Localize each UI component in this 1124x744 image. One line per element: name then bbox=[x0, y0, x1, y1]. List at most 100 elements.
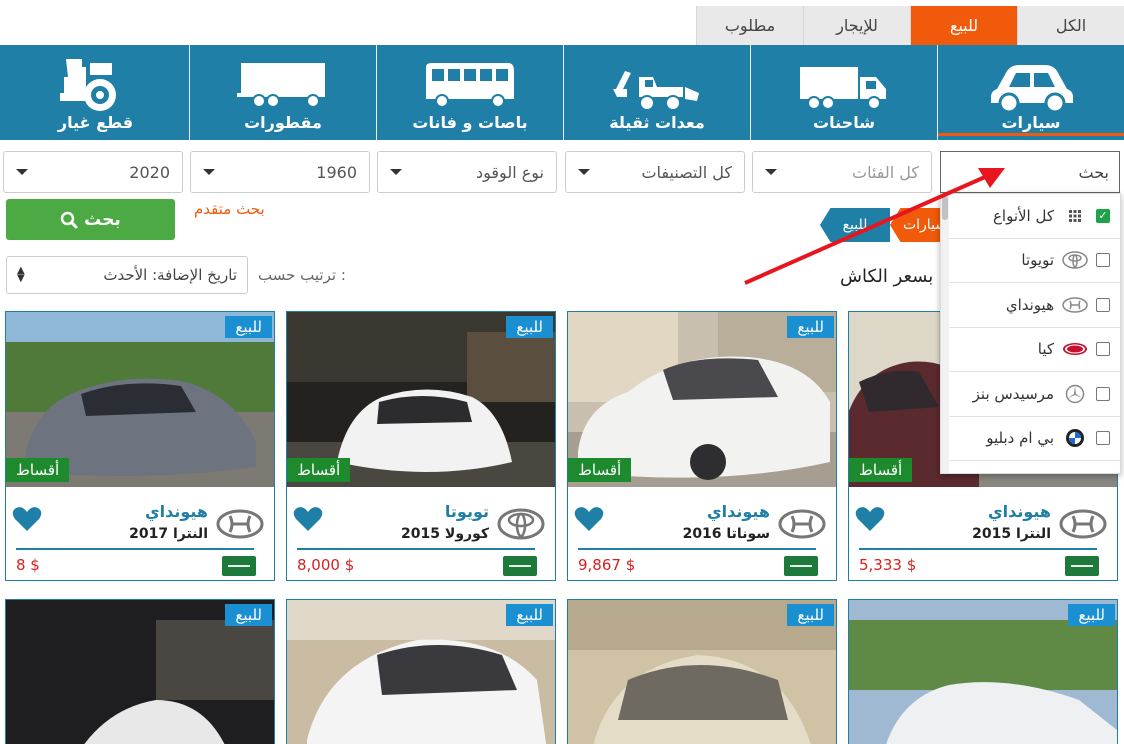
year-to-select[interactable]: 2020 bbox=[3, 151, 183, 193]
search-input[interactable]: بحث bbox=[940, 151, 1120, 193]
listing-card[interactable]: للبيع أقساط هيونداي النترا 2017 8 $ bbox=[5, 311, 275, 581]
category-label: باصات و فانات bbox=[412, 113, 528, 132]
car-make: هيونداي bbox=[987, 502, 1051, 521]
for-sale-badge: للبيع bbox=[225, 316, 272, 338]
tab-wanted[interactable]: مطلوب bbox=[696, 6, 803, 45]
year-to-value: 2020 bbox=[129, 162, 170, 182]
card-divider bbox=[297, 548, 535, 550]
classification-select[interactable]: كل التصنيفات bbox=[565, 151, 745, 193]
advanced-search-link[interactable]: بحث متقدم bbox=[194, 200, 265, 218]
category-heavy-equipment[interactable]: معدات ثقيلة bbox=[563, 45, 750, 140]
dropdown-scrollbar[interactable] bbox=[941, 194, 949, 473]
category-cars[interactable]: سيارات bbox=[937, 45, 1124, 140]
car-price: 8 $ bbox=[16, 556, 40, 574]
listing-card[interactable]: للبيع bbox=[5, 599, 275, 744]
card-divider bbox=[859, 548, 1097, 550]
listing-card[interactable]: للبيع أقساط تويوتا كورولا 2015 8,000 $ bbox=[286, 311, 556, 581]
search-button-label: بحث bbox=[84, 209, 121, 230]
category-select-value: كل الفئات bbox=[852, 162, 919, 182]
category-trucks[interactable]: شاحنات bbox=[750, 45, 937, 140]
sort-select[interactable]: ▲ ▼ تاريخ الإضافة: الأحدث bbox=[6, 256, 248, 294]
dropdown-item-label: كيا bbox=[1037, 340, 1054, 359]
bmw-logo-icon bbox=[1062, 428, 1088, 448]
checkbox[interactable] bbox=[1096, 386, 1110, 401]
card-divider bbox=[16, 548, 254, 550]
card-divider bbox=[578, 548, 816, 550]
car-model: كورولا 2015 bbox=[401, 526, 489, 542]
saudi-flag-icon bbox=[1065, 556, 1099, 576]
car-make: هيونداي bbox=[706, 502, 770, 521]
dropdown-item-all[interactable]: ✓ كل الأنواع bbox=[941, 194, 1120, 239]
tab-for-rent[interactable]: للإيجار bbox=[803, 6, 910, 45]
tab-all[interactable]: الكل bbox=[1017, 6, 1124, 45]
chevron-down-icon bbox=[765, 169, 777, 175]
checkbox[interactable] bbox=[1096, 297, 1110, 312]
car-price: 8,000 $ bbox=[297, 556, 355, 574]
heart-icon[interactable] bbox=[12, 506, 42, 532]
heart-icon[interactable] bbox=[293, 506, 323, 532]
for-sale-badge: للبيع bbox=[506, 316, 553, 338]
year-from-select[interactable]: 1960 bbox=[190, 151, 370, 193]
listing-card[interactable]: للبيع أقساط هيونداي سوناتا 2016 9,867 $ bbox=[567, 311, 837, 581]
breadcrumb-for-sale[interactable]: للبيع bbox=[820, 208, 890, 242]
car-make: تويوتا bbox=[444, 502, 489, 521]
sort-select-value: تاريخ الإضافة: الأحدث bbox=[103, 266, 237, 284]
for-sale-badge: للبيع bbox=[787, 604, 834, 626]
bus-icon bbox=[426, 63, 514, 108]
category-label: سيارات bbox=[1001, 113, 1061, 132]
search-button[interactable]: بحث bbox=[6, 199, 175, 240]
installments-badge: أقساط bbox=[6, 458, 70, 482]
app-root: الكل للبيع للإيجار مطلوب سيارات شاحنات م… bbox=[0, 0, 1124, 744]
saudi-flag-icon bbox=[503, 556, 537, 576]
category-select[interactable]: كل الفئات bbox=[752, 151, 932, 193]
search-icon bbox=[60, 211, 78, 228]
fuel-select[interactable]: نوع الوقود bbox=[377, 151, 557, 193]
tab-for-sale[interactable]: للبيع bbox=[910, 6, 1017, 45]
dropdown-item-kia[interactable]: كيا bbox=[941, 328, 1120, 372]
category-trailers[interactable]: مقطورات bbox=[189, 45, 376, 140]
category-buses-vans[interactable]: باصات و فانات bbox=[376, 45, 563, 140]
checkbox[interactable] bbox=[1096, 342, 1110, 357]
listing-card[interactable]: للبيع bbox=[848, 599, 1118, 744]
category-label: مقطورات bbox=[244, 113, 322, 132]
chevron-down-icon bbox=[390, 169, 402, 175]
car-price: 5,333 $ bbox=[859, 556, 917, 574]
car-model: النترا 2017 bbox=[129, 526, 208, 542]
dropdown-item-hyundai[interactable]: هيونداي bbox=[941, 283, 1120, 328]
chevron-down-icon bbox=[203, 169, 215, 175]
heart-icon[interactable] bbox=[574, 506, 604, 532]
saudi-flag-icon bbox=[784, 556, 818, 576]
listing-card[interactable]: للبيع bbox=[286, 599, 556, 744]
sort-arrows-icon: ▲ ▼ bbox=[17, 265, 25, 284]
category-spare-parts[interactable]: قطع غيار bbox=[2, 45, 189, 140]
dropdown-item-label: كل الأنواع bbox=[992, 206, 1054, 225]
dropdown-item-label: بي ام دبليو bbox=[986, 429, 1054, 448]
make-dropdown[interactable]: ✓ كل الأنواع تويوتا هيونداي كيا مرسيدس ب… bbox=[940, 193, 1121, 474]
dropdown-item-label: هيونداي bbox=[1005, 295, 1054, 314]
scrollbar-thumb[interactable] bbox=[942, 196, 948, 220]
toyota-logo-icon bbox=[497, 508, 545, 540]
dropdown-item-label: تويوتا bbox=[1021, 251, 1054, 270]
category-bar: سيارات شاحنات معدات ثقيلة باصات و فانات … bbox=[0, 45, 1124, 140]
checkbox[interactable] bbox=[1096, 431, 1110, 446]
truck-icon bbox=[800, 67, 886, 110]
installments-badge: أقساط bbox=[849, 458, 913, 482]
checkbox-checked[interactable]: ✓ bbox=[1096, 208, 1110, 223]
car-price: 9,867 $ bbox=[578, 556, 636, 574]
checkbox[interactable] bbox=[1096, 253, 1110, 268]
hyundai-logo-icon bbox=[1062, 295, 1088, 315]
mercedes-logo-icon bbox=[1062, 384, 1088, 404]
heart-icon[interactable] bbox=[855, 506, 885, 532]
listing-card[interactable]: للبيع bbox=[567, 599, 837, 744]
dropdown-item-bmw[interactable]: بي ام دبليو bbox=[941, 417, 1120, 461]
car-icon bbox=[991, 65, 1073, 114]
dropdown-item-mercedes[interactable]: مرسيدس بنز bbox=[941, 372, 1120, 417]
spare-parts-icon bbox=[59, 59, 116, 111]
listing-type-tabs: الكل للبيع للإيجار مطلوب bbox=[696, 6, 1124, 45]
car-make: هيونداي bbox=[144, 502, 208, 521]
dropdown-item-toyota[interactable]: تويوتا bbox=[941, 239, 1120, 283]
car-model: سوناتا 2016 bbox=[682, 526, 770, 542]
hyundai-logo-icon bbox=[1059, 509, 1107, 539]
category-label: معدات ثقيلة bbox=[609, 113, 705, 132]
chevron-down-icon bbox=[578, 169, 590, 175]
